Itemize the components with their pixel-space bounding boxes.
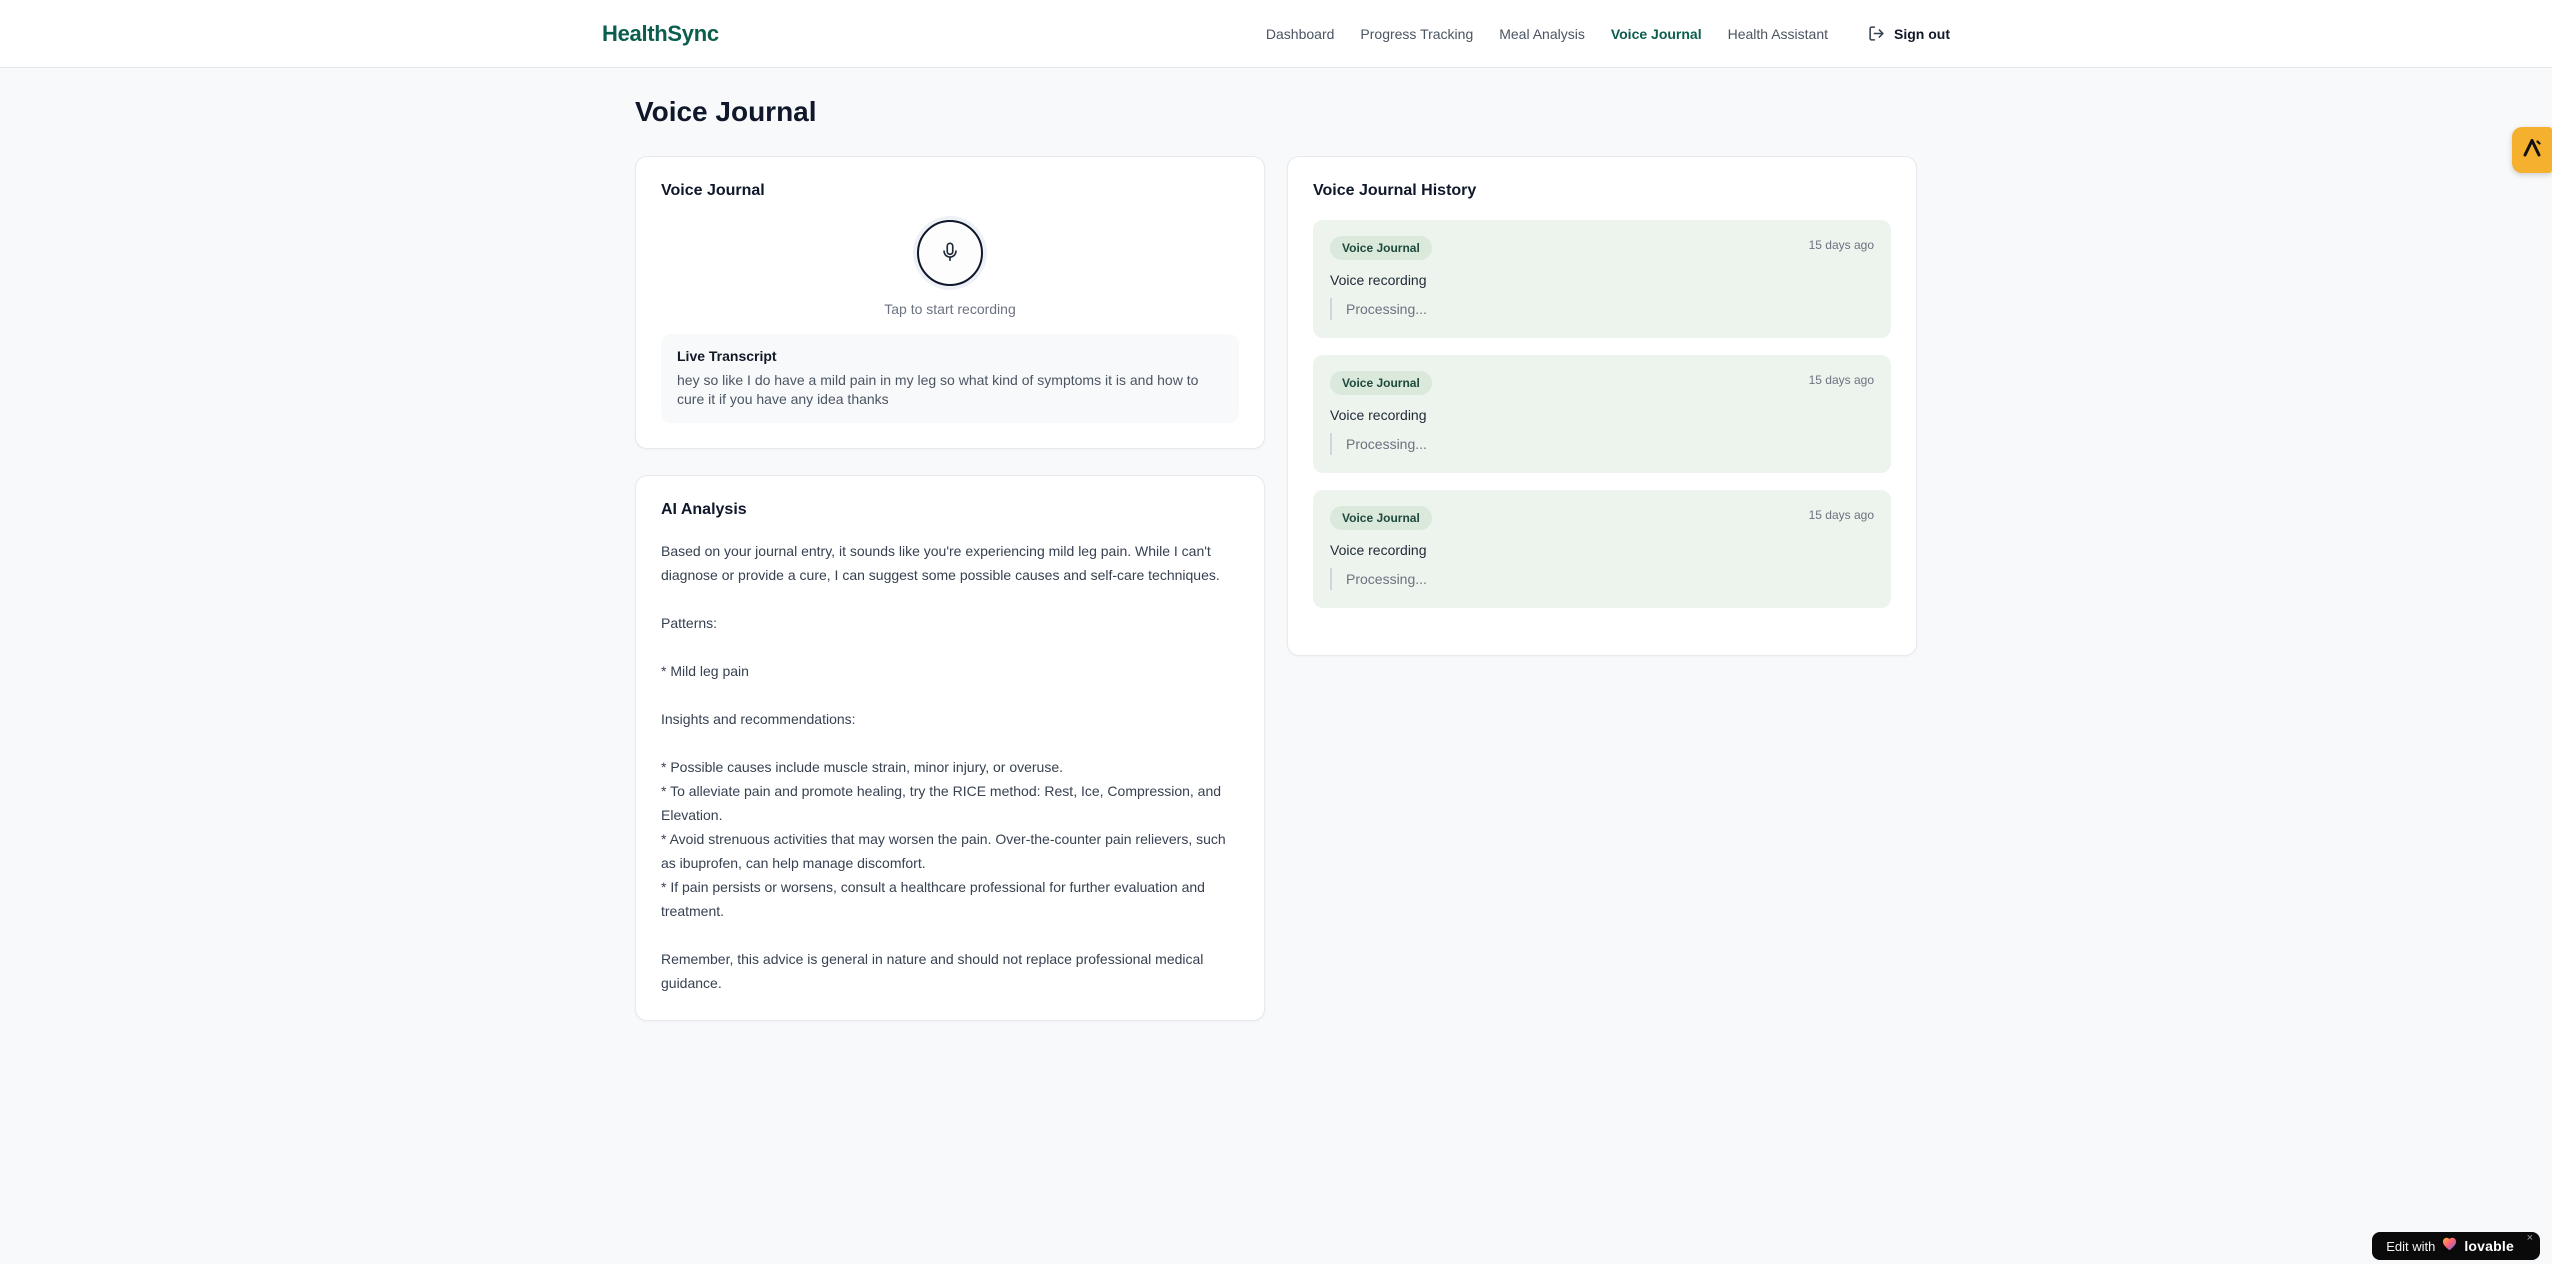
- side-widget-tab[interactable]: [2512, 127, 2552, 173]
- history-entry[interactable]: Voice Journal 15 days ago Voice recordin…: [1313, 490, 1891, 608]
- ai-analysis-card: AI Analysis Based on your journal entry,…: [635, 475, 1265, 1021]
- nav-health-assistant[interactable]: Health Assistant: [1728, 26, 1828, 42]
- entry-header: Voice Journal 15 days ago: [1330, 371, 1874, 395]
- ai-analysis-text: Based on your journal entry, it sounds l…: [661, 539, 1239, 995]
- voice-recorder-card: Voice Journal Tap to start recording Liv…: [635, 156, 1265, 449]
- recorder-body: Tap to start recording Live Transcript h…: [661, 220, 1239, 423]
- entry-title: Voice recording: [1330, 407, 1427, 423]
- live-transcript-text: hey so like I do have a mild pain in my …: [677, 372, 1199, 407]
- voice-journal-history-card: Voice Journal History Voice Journal 15 d…: [1287, 156, 1917, 656]
- entry-timestamp: 15 days ago: [1808, 373, 1874, 387]
- primary-nav: Dashboard Progress Tracking Meal Analysi…: [1266, 25, 1950, 42]
- recorder-card-title: Voice Journal: [661, 182, 765, 199]
- entry-type-badge: Voice Journal: [1330, 236, 1432, 260]
- edit-with-lovable-badge[interactable]: Edit with lovable ×: [2372, 1232, 2540, 1260]
- lovable-brand-label: lovable: [2464, 1238, 2514, 1254]
- live-transcript-box: Live Transcript hey so like I do have a …: [661, 334, 1239, 423]
- nav-voice-journal[interactable]: Voice Journal: [1611, 26, 1702, 42]
- entry-status: Processing...: [1330, 433, 1874, 455]
- tap-to-record-hint: Tap to start recording: [884, 301, 1016, 317]
- nav-meal-analysis[interactable]: Meal Analysis: [1499, 26, 1585, 42]
- top-navbar: HealthSync Dashboard Progress Tracking M…: [0, 0, 2552, 68]
- record-button[interactable]: [917, 220, 983, 286]
- gradient-heart-icon: [2442, 1237, 2457, 1256]
- logout-icon: [1868, 25, 1885, 42]
- analysis-paragraph: * Possible causes include muscle strain,…: [661, 759, 1226, 919]
- history-entry[interactable]: Voice Journal 15 days ago Voice recordin…: [1313, 220, 1891, 338]
- close-icon[interactable]: ×: [2527, 1233, 2533, 1244]
- left-column: Voice Journal Tap to start recording Liv…: [635, 156, 1265, 1021]
- analysis-paragraph: * Mild leg pain: [661, 663, 749, 679]
- analysis-paragraph: Insights and recommendations:: [661, 711, 856, 727]
- entry-timestamp: 15 days ago: [1808, 238, 1874, 252]
- content-columns: Voice Journal Tap to start recording Liv…: [635, 156, 1917, 1021]
- history-card-title: Voice Journal History: [1313, 182, 1477, 199]
- nav-dashboard[interactable]: Dashboard: [1266, 26, 1335, 42]
- entry-header: Voice Journal 15 days ago: [1330, 236, 1874, 260]
- entry-type-badge: Voice Journal: [1330, 371, 1432, 395]
- analysis-paragraph: Remember, this advice is general in natu…: [661, 951, 1204, 991]
- page-title: Voice Journal: [635, 96, 817, 127]
- history-entry[interactable]: Voice Journal 15 days ago Voice recordin…: [1313, 355, 1891, 473]
- history-list: Voice Journal 15 days ago Voice recordin…: [1313, 220, 1891, 608]
- amber-peak-logo-icon: [2520, 136, 2544, 165]
- sign-out-button[interactable]: Sign out: [1868, 25, 1950, 42]
- entry-status: Processing...: [1330, 568, 1874, 590]
- entry-timestamp: 15 days ago: [1808, 508, 1874, 522]
- entry-type-badge: Voice Journal: [1330, 506, 1432, 530]
- ai-analysis-title: AI Analysis: [661, 501, 747, 518]
- entry-title: Voice recording: [1330, 272, 1427, 288]
- main-content: Voice Journal Voice Journal Tap to start…: [635, 68, 1917, 1021]
- entry-title: Voice recording: [1330, 542, 1427, 558]
- analysis-paragraph: Based on your journal entry, it sounds l…: [661, 543, 1220, 583]
- nav-progress-tracking[interactable]: Progress Tracking: [1360, 26, 1473, 42]
- edit-with-label: Edit with: [2386, 1238, 2436, 1254]
- brand-logo[interactable]: HealthSync: [602, 21, 719, 47]
- navbar-inner: HealthSync Dashboard Progress Tracking M…: [602, 21, 1950, 47]
- right-column: Voice Journal History Voice Journal 15 d…: [1287, 156, 1917, 656]
- live-transcript-heading: Live Transcript: [677, 348, 777, 364]
- entry-status: Processing...: [1330, 298, 1874, 320]
- entry-header: Voice Journal 15 days ago: [1330, 506, 1874, 530]
- analysis-paragraph: Patterns:: [661, 615, 718, 631]
- microphone-icon: [939, 241, 961, 266]
- sign-out-label: Sign out: [1894, 25, 1950, 42]
